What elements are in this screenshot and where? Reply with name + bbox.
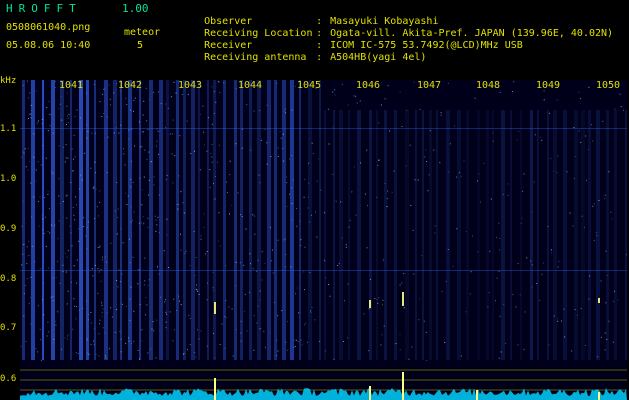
spectrogram [20,80,627,400]
y-tick-label: 0.7 [0,323,17,333]
app-version: 1.00 [122,2,149,15]
y-tick-label: 1.0 [0,174,17,184]
app-title: HROFFT [6,2,82,15]
time-tick-label: 1047 [417,80,442,91]
info-value: A504HB(yagi 4el) [330,52,427,63]
meteor-label: meteor [124,27,161,38]
y-tick-label: 0.8 [0,274,17,284]
y-tick-label: 1.1 [0,124,17,134]
y-tick-label: 0.9 [0,224,17,234]
time-tick-label: 1044 [238,80,263,91]
time-tick-label: 1049 [536,80,561,91]
time-tick-label: 1046 [356,80,381,91]
info-key: Receiving antenna [204,52,307,63]
time-tick-label: 1045 [297,80,322,91]
datetime: 05.08.06 10:40 [6,40,91,51]
time-tick-label: 1043 [178,80,203,91]
y-tick-label: 0.6 [0,374,17,384]
time-tick-label: 1041 [59,80,84,91]
spectrogram-canvas [20,80,627,400]
axis-unit: kHz [0,76,17,86]
meteor-count: 5 [137,40,144,51]
info-antenna: Receiving antenna: A504HB(yagi 4el) [204,52,427,63]
hrofft-window: HROFFT 1.00 0508061040.png meteor 05.08.… [0,0,629,400]
file-name: 0508061040.png [6,22,91,33]
time-tick-label: 1042 [118,80,143,91]
time-tick-label: 1048 [476,80,501,91]
time-tick-label: 1050 [596,80,621,91]
